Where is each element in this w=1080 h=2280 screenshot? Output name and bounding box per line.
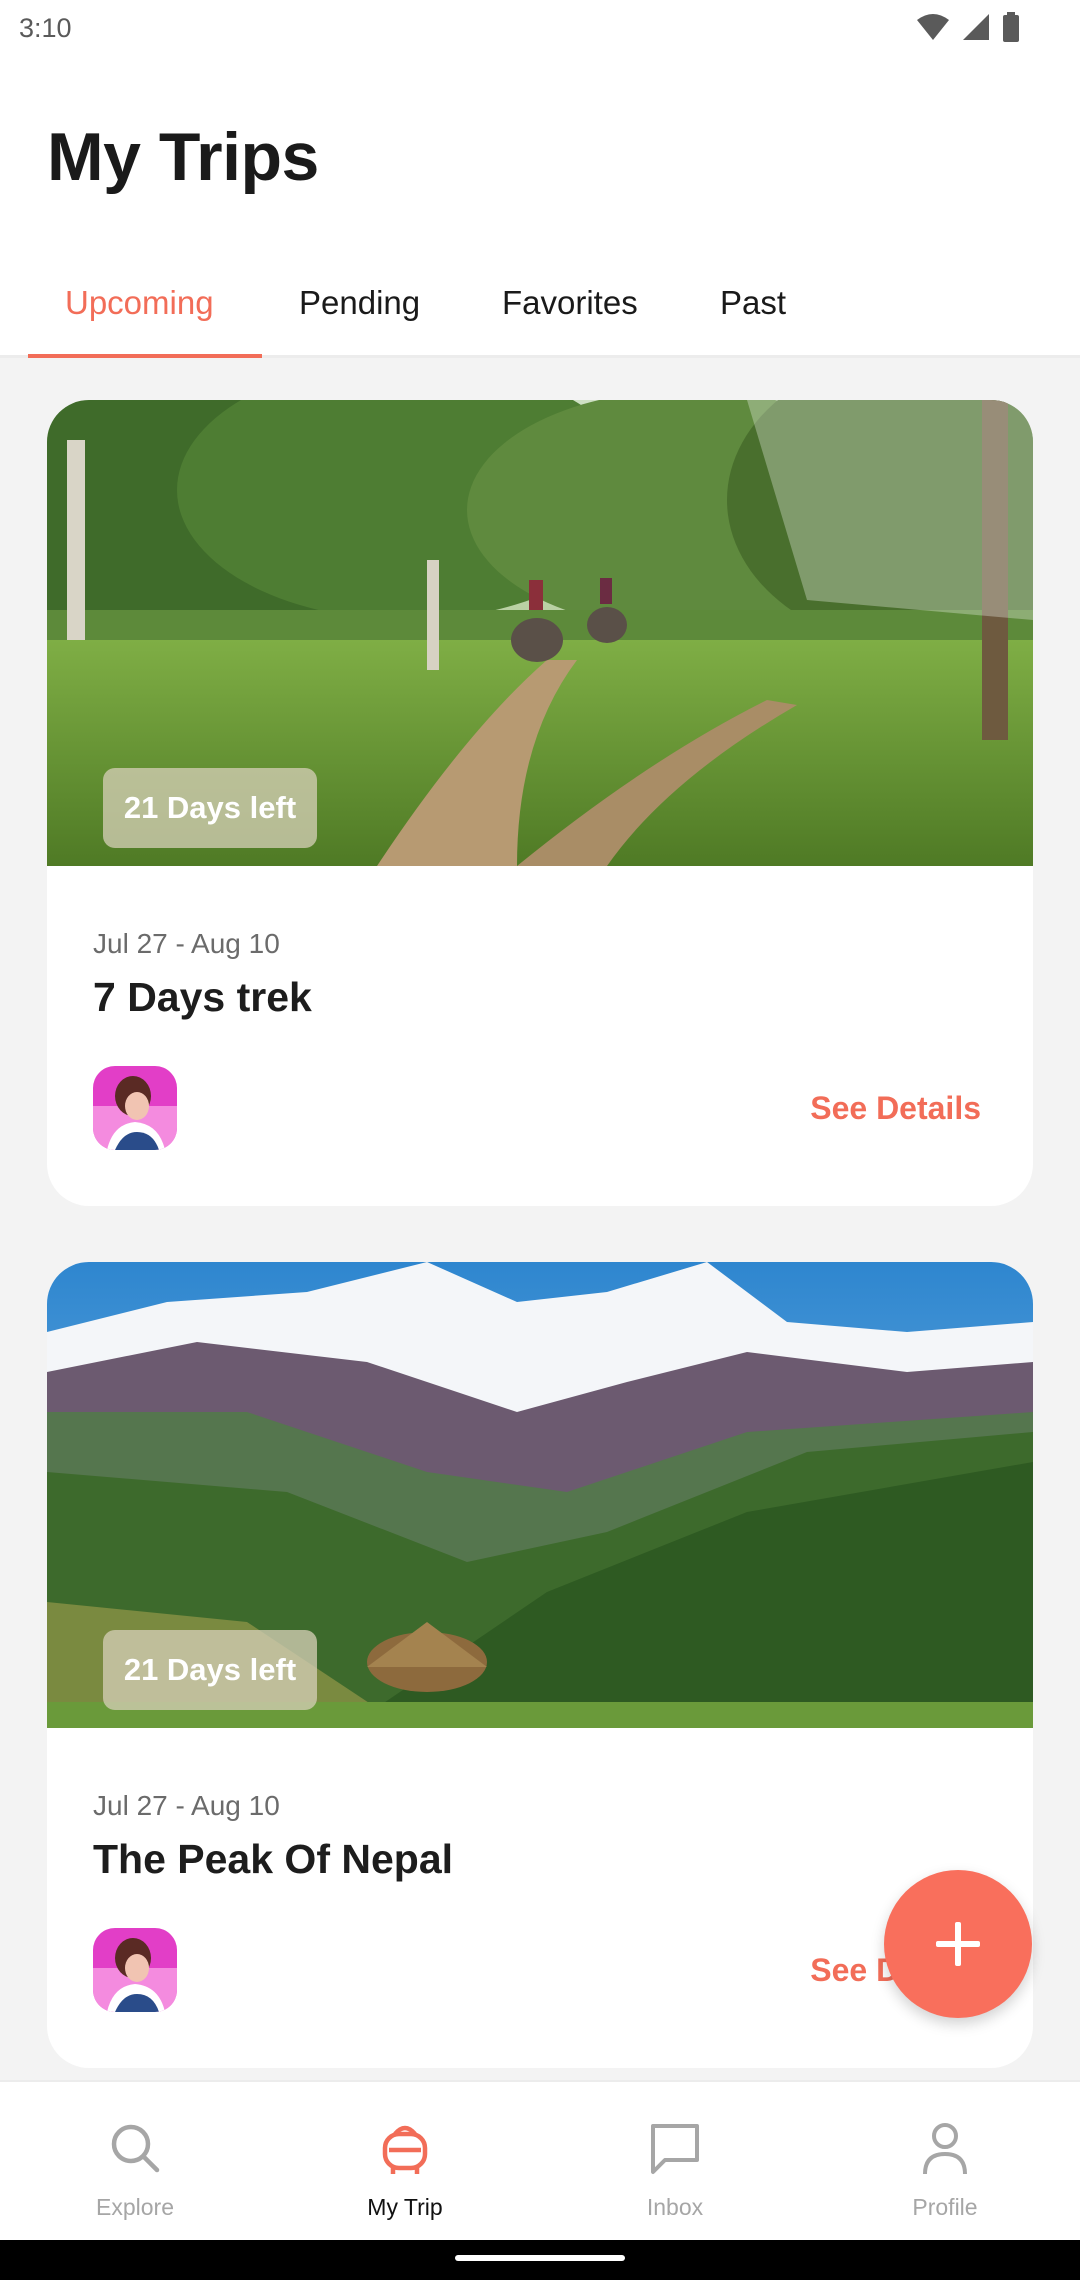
battery-icon xyxy=(1003,12,1019,42)
trip-tabs: Upcoming Pending Favorites Past xyxy=(0,262,1080,358)
plus-icon xyxy=(936,1922,980,1966)
add-trip-button[interactable] xyxy=(884,1870,1032,2018)
signal-icon xyxy=(963,14,989,40)
trip-image-forest-trail: 21 Days left xyxy=(47,400,1033,866)
trip-list[interactable]: 21 Days left Jul 27 - Aug 10 7 Days trek… xyxy=(0,358,1080,2080)
nav-label: My Trip xyxy=(367,2194,443,2220)
nav-label: Inbox xyxy=(646,2194,704,2220)
see-details-link[interactable]: See Details xyxy=(810,1090,981,1127)
trip-title: The Peak Of Nepal xyxy=(93,1836,454,1882)
status-icons xyxy=(916,12,1020,42)
tab-upcoming[interactable]: Upcoming xyxy=(65,284,214,322)
days-left-badge: 21 Days left xyxy=(103,768,317,848)
nav-my-trip[interactable]: My Trip xyxy=(270,2082,540,2242)
page-title: My Trips xyxy=(47,119,319,195)
trip-image-mountain: 21 Days left xyxy=(47,1262,1033,1728)
nav-label: Explore xyxy=(96,2194,174,2220)
home-gesture-handle[interactable] xyxy=(455,2255,625,2261)
nav-profile[interactable]: Profile xyxy=(810,2082,1080,2242)
tab-favorites[interactable]: Favorites xyxy=(502,284,638,322)
person-icon xyxy=(923,2123,967,2175)
chat-icon xyxy=(651,2124,699,2174)
status-bar: 3:10 xyxy=(0,0,1080,58)
wifi-icon xyxy=(917,14,949,40)
trip-title: 7 Days trek xyxy=(93,974,312,1020)
status-time: 3:10 xyxy=(19,13,72,43)
trip-dates: Jul 27 - Aug 10 xyxy=(93,1790,280,1821)
system-gesture-bar xyxy=(0,2240,1080,2280)
tab-past[interactable]: Past xyxy=(720,284,786,322)
tab-pending[interactable]: Pending xyxy=(299,284,420,322)
nav-label: Profile xyxy=(912,2194,978,2220)
trip-card[interactable]: 21 Days left Jul 27 - Aug 10 7 Days trek… xyxy=(47,400,1033,1206)
bottom-nav: Explore My Trip Inbox Profile xyxy=(0,2080,1080,2240)
avatar xyxy=(93,1928,177,2012)
trip-icon xyxy=(382,2125,428,2174)
search-icon xyxy=(111,2124,160,2173)
nav-explore[interactable]: Explore xyxy=(0,2082,270,2242)
trip-dates: Jul 27 - Aug 10 xyxy=(93,928,280,959)
nav-inbox[interactable]: Inbox xyxy=(540,2082,810,2242)
avatar xyxy=(93,1066,177,1150)
days-left-badge: 21 Days left xyxy=(103,1630,317,1710)
